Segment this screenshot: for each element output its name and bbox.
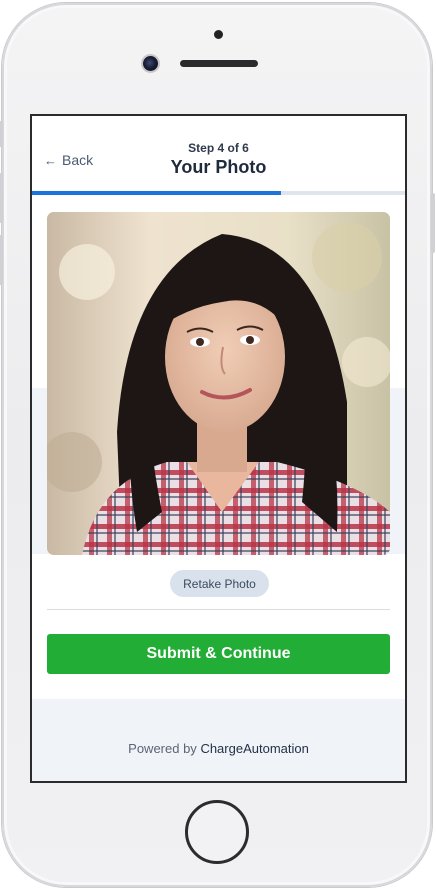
phone-frame: ← Back Step 4 of 6 Your Photo Retake Pho… (0, 3, 435, 887)
volume-up-button (0, 173, 3, 223)
power-button (431, 193, 435, 253)
powered-by-prefix: Powered by (128, 741, 197, 756)
front-camera-icon (143, 56, 158, 71)
page-title: Your Photo (170, 157, 267, 177)
volume-down-button (0, 235, 3, 285)
top-bar: ← Back Step 4 of 6 Your Photo (32, 116, 405, 192)
step-indicator: Step 4 of 6 (188, 141, 249, 155)
proximity-sensor (214, 30, 223, 39)
progress-bar-fill (32, 191, 281, 195)
retake-photo-button[interactable]: Retake Photo (170, 570, 269, 597)
powered-by-text: Powered by ChargeAutomation (32, 741, 405, 756)
brand-link[interactable]: ChargeAutomation (200, 741, 308, 756)
footer: Powered by ChargeAutomation (32, 699, 405, 781)
portrait-photo (47, 212, 390, 555)
submit-continue-button[interactable]: Submit & Continue (47, 634, 390, 674)
home-button[interactable] (185, 800, 249, 864)
mute-switch (0, 121, 3, 147)
earpiece-speaker (180, 60, 258, 67)
divider (47, 609, 390, 610)
app-screen: ← Back Step 4 of 6 Your Photo Retake Pho… (30, 114, 407, 783)
progress-bar (32, 191, 405, 195)
